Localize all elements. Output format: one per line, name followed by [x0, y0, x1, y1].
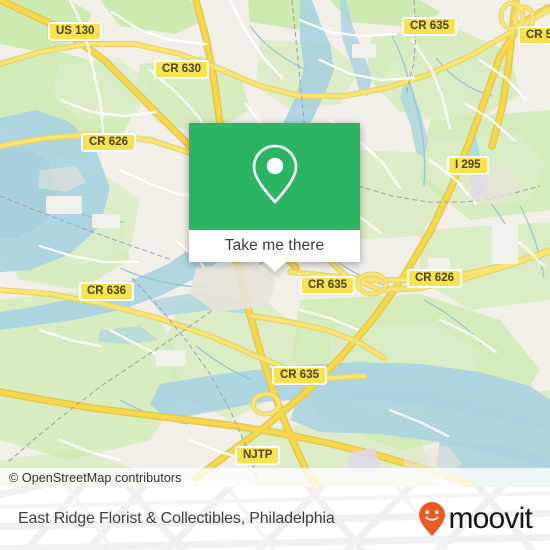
road-shield-cr-626-right[interactable]: CR 626	[407, 268, 462, 288]
location-popup-card[interactable]: Take me there	[189, 123, 360, 272]
take-me-there-label: Take me there	[224, 237, 325, 254]
moovit-smiley-pin-icon	[417, 501, 447, 537]
road-shield-cr-630[interactable]: CR 630	[154, 59, 209, 79]
road-shield-label: CR 635	[402, 17, 457, 36]
road-shield-label: CR 543	[518, 26, 550, 45]
road-shield-label: I 295	[447, 156, 489, 175]
take-me-there-button[interactable]: Take me there	[189, 230, 360, 272]
road-shield-cr-543[interactable]: CR 543	[518, 25, 550, 45]
road-shield-i-295[interactable]: I 295	[447, 155, 489, 175]
road-shield-us-130[interactable]: US 130	[48, 21, 103, 41]
road-shield-cr-636[interactable]: CR 636	[79, 281, 134, 301]
road-shield-cr-635-mid[interactable]: CR 635	[300, 275, 355, 295]
road-shield-label: CR 626	[407, 269, 462, 288]
road-shield-cr-635-top[interactable]: CR 635	[402, 16, 457, 36]
osm-attribution-text: © OpenStreetMap contributors	[9, 470, 182, 485]
bottom-info-bar: East Ridge Florist & Collectibles, Phila…	[0, 487, 550, 550]
popup-header	[189, 123, 360, 230]
map-pin-icon	[248, 142, 302, 211]
road-shield-label: CR 626	[81, 133, 136, 152]
osm-attribution[interactable]: © OpenStreetMap contributors	[0, 468, 550, 487]
road-shield-cr-635-bottom[interactable]: CR 635	[272, 365, 327, 385]
road-shield-label: CR 636	[79, 282, 134, 301]
place-title: East Ridge Florist & Collectibles, Phila…	[18, 509, 335, 527]
road-shield-cr-626-left[interactable]: CR 626	[81, 132, 136, 152]
moovit-wordmark: moovit	[448, 501, 532, 535]
road-shield-label: US 130	[48, 22, 103, 41]
road-shield-label: NJTP	[235, 446, 281, 465]
popup-pointer	[263, 262, 286, 272]
map-screenshot: US 130 CR 630 CR 635 CR 543 CR 626 I 295…	[0, 0, 550, 550]
road-shield-label: CR 635	[300, 276, 355, 295]
road-shield-njtp[interactable]: NJTP	[235, 445, 281, 465]
moovit-brand-logo[interactable]: moovit	[417, 501, 533, 537]
road-shield-label: CR 635	[272, 366, 327, 385]
road-shield-label: CR 630	[154, 60, 209, 79]
